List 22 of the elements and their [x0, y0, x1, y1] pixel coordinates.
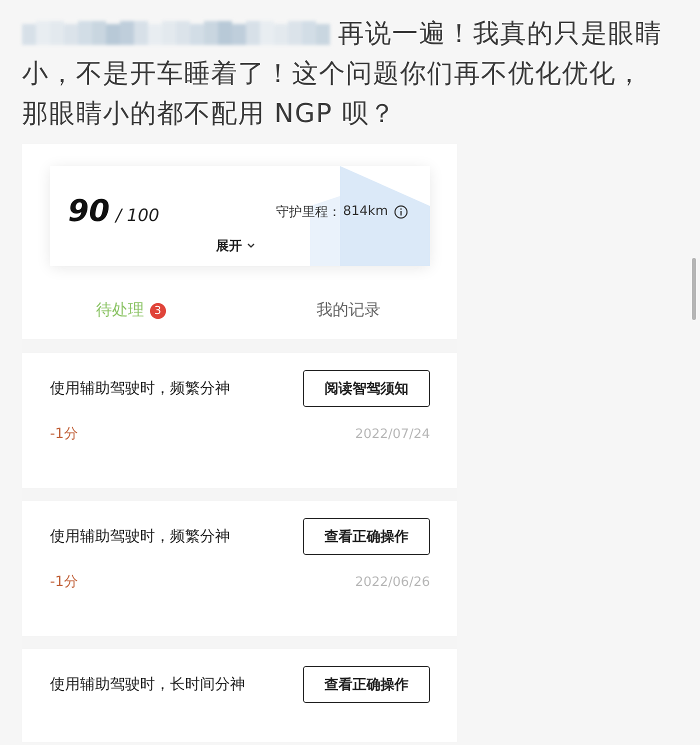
action-button[interactable]: 查看正确操作 [303, 518, 430, 555]
action-button[interactable]: 查看正确操作 [303, 666, 430, 703]
record-title: 使用辅助驾驶时，长时间分神 [50, 675, 245, 694]
record-title: 使用辅助驾驶时，频繁分神 [50, 379, 230, 398]
action-button[interactable]: 阅读智驾须知 [303, 370, 430, 407]
score-value: 90 [68, 194, 110, 229]
mileage-label: 守护里程： [276, 204, 341, 220]
info-icon [394, 204, 408, 218]
chevron-down-icon [247, 243, 255, 249]
count-badge: 3 [150, 302, 166, 318]
record-date: 2022/07/24 [355, 426, 430, 442]
tab[interactable]: 我的记录 [240, 294, 457, 327]
score-max: / 100 [116, 206, 160, 226]
scrollbar[interactable] [692, 258, 696, 320]
points-deducted: -1分 [50, 573, 78, 591]
points-deducted: -1分 [50, 425, 78, 443]
post-text: 再说一遍！我真的只是眼睛小，不是开车睡着了！这个问题你们再不优化优化，那眼睛小的都不配用 NGP 呗？ [22, 18, 662, 131]
record-date: 2022/06/26 [355, 574, 430, 590]
tab[interactable]: 待处理 3 [22, 294, 240, 327]
mileage-value: 814km [342, 204, 388, 219]
expand-button[interactable]: 展开 [216, 237, 255, 255]
record-title: 使用辅助驾驶时，频繁分神 [50, 527, 230, 546]
